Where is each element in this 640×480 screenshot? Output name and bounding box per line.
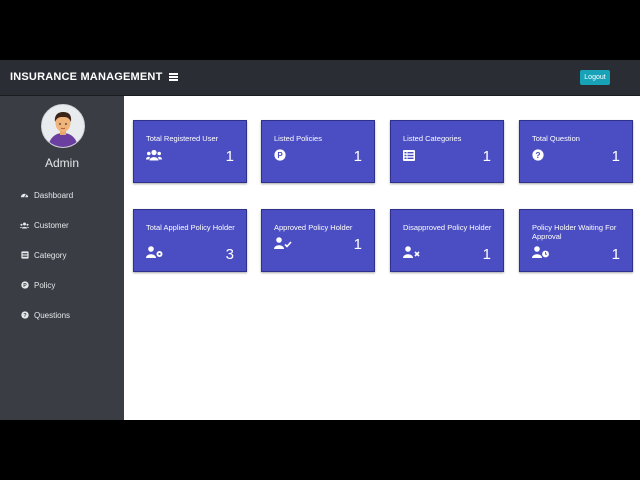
user-x-icon bbox=[403, 245, 420, 258]
question-circle-icon: ? bbox=[532, 148, 548, 161]
card-title: Total Applied Policy Holder bbox=[146, 223, 235, 232]
list-icon bbox=[403, 148, 419, 161]
sidebar-item-policy[interactable]: P Policy bbox=[20, 278, 55, 292]
sidebar-item-label: Customer bbox=[34, 220, 69, 230]
sidebar-item-dashboard[interactable]: Dashboard bbox=[20, 188, 73, 202]
card-total-question[interactable]: Total Question ? 1 bbox=[519, 120, 633, 183]
card-title: Total Registered User bbox=[146, 134, 219, 143]
user-gear-icon bbox=[146, 245, 163, 258]
admin-name: Admin bbox=[44, 156, 79, 170]
dashboard-main: Total Registered User 1 Listed Policies … bbox=[125, 96, 640, 420]
tachometer-icon bbox=[20, 191, 29, 200]
users-icon bbox=[146, 148, 162, 161]
svg-text:?: ? bbox=[535, 150, 540, 160]
card-listed-categories[interactable]: Listed Categories 1 bbox=[390, 120, 504, 183]
hamburger-icon[interactable] bbox=[168, 73, 178, 81]
users-icon bbox=[20, 221, 29, 230]
sidebar: Admin Dashboard Customer Category P Poli… bbox=[0, 96, 124, 420]
sidebar-item-customer[interactable]: Customer bbox=[20, 218, 69, 232]
card-title: Total Question bbox=[532, 134, 580, 143]
card-value: 3 bbox=[225, 246, 234, 263]
top-navbar: INSURANCE MANAGEMENT Logout bbox=[0, 60, 640, 96]
card-title: Disapproved Policy Holder bbox=[403, 223, 492, 232]
sidebar-item-questions[interactable]: ? Questions bbox=[20, 308, 70, 322]
p-circle-icon: P bbox=[20, 281, 29, 290]
card-approved-policy-holder[interactable]: Approved Policy Holder 1 bbox=[261, 209, 375, 272]
question-circle-icon: ? bbox=[20, 311, 29, 320]
svg-text:?: ? bbox=[23, 313, 27, 319]
card-value: 1 bbox=[611, 148, 620, 165]
brand[interactable]: INSURANCE MANAGEMENT bbox=[10, 71, 178, 83]
card-total-applied-policy-holder[interactable]: Total Applied Policy Holder 3 bbox=[133, 209, 247, 272]
logout-button[interactable]: Logout bbox=[580, 70, 610, 85]
avatar-icon bbox=[48, 112, 78, 147]
card-value: 1 bbox=[482, 148, 491, 165]
card-title: Listed Categories bbox=[403, 134, 462, 143]
brand-title: INSURANCE MANAGEMENT bbox=[10, 71, 163, 83]
card-value: 1 bbox=[482, 246, 491, 263]
sidebar-item-label: Questions bbox=[34, 310, 71, 320]
card-total-registered-user[interactable]: Total Registered User 1 bbox=[133, 120, 247, 183]
app-screen: INSURANCE MANAGEMENT Logout Admin Dashbo… bbox=[0, 60, 640, 420]
sidebar-item-label: Policy bbox=[34, 280, 56, 290]
sidebar-item-label: Dashboard bbox=[34, 190, 74, 200]
user-check-icon bbox=[274, 236, 292, 249]
card-listed-policies[interactable]: Listed Policies P 1 bbox=[261, 120, 375, 183]
sidebar-item-category[interactable]: Category bbox=[20, 248, 66, 262]
list-icon bbox=[20, 251, 29, 260]
card-policy-holder-waiting[interactable]: Policy Holder Waiting For Approval 1 bbox=[519, 209, 633, 272]
card-value: 1 bbox=[225, 148, 234, 165]
avatar bbox=[41, 104, 85, 148]
user-clock-icon bbox=[532, 245, 549, 258]
svg-text:P: P bbox=[277, 151, 283, 160]
card-value: 1 bbox=[353, 148, 362, 165]
card-value: 1 bbox=[611, 246, 620, 263]
card-title: Policy Holder Waiting For Approval bbox=[532, 223, 617, 241]
svg-text:P: P bbox=[23, 283, 27, 289]
card-title: Approved Policy Holder bbox=[274, 223, 353, 232]
card-value: 1 bbox=[353, 236, 362, 253]
sidebar-item-label: Category bbox=[34, 250, 67, 260]
p-circle-icon: P bbox=[274, 148, 290, 161]
card-title: Listed Policies bbox=[274, 134, 322, 143]
card-disapproved-policy-holder[interactable]: Disapproved Policy Holder 1 bbox=[390, 209, 504, 272]
